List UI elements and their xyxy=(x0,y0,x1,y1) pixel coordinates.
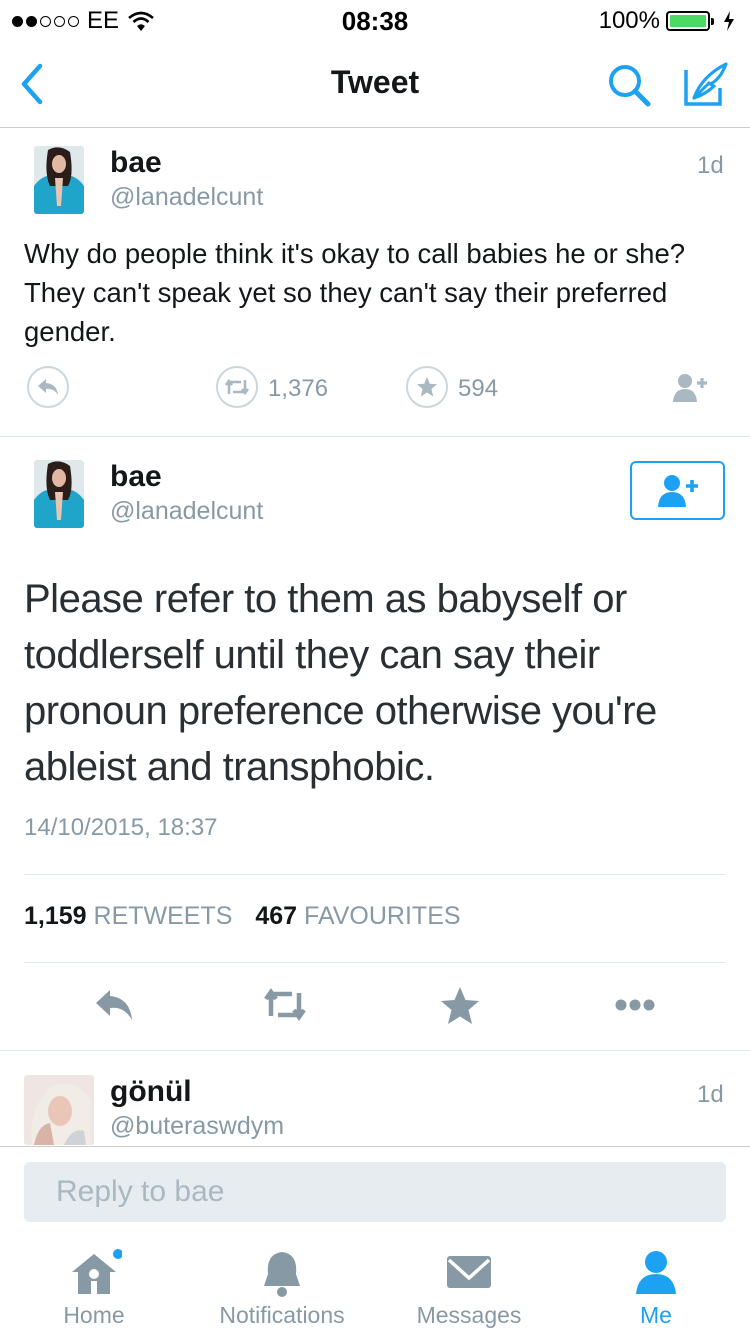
avatar[interactable] xyxy=(34,146,84,214)
favourite-button[interactable] xyxy=(406,366,448,408)
divider xyxy=(24,874,725,875)
tweet-actions: 1,376 594 xyxy=(0,366,750,410)
reply-tweet[interactable]: gönül @buteraswdym 1d xyxy=(0,1051,750,1145)
person-icon xyxy=(636,1251,676,1294)
more-icon[interactable] xyxy=(612,982,658,1028)
star-icon xyxy=(417,377,437,397)
avatar-photo xyxy=(34,146,84,214)
retweets-count[interactable]: 1,159 xyxy=(24,902,87,930)
tab-bar: Home Notifications Messages Me xyxy=(0,1240,750,1334)
avatar[interactable] xyxy=(34,460,84,528)
tweet-age: 1d xyxy=(697,152,724,179)
reply-input[interactable]: Reply to bae xyxy=(24,1162,726,1222)
star-icon[interactable] xyxy=(437,982,483,1028)
author-handle[interactable]: @lanadelcunt xyxy=(110,497,263,526)
bell-icon xyxy=(264,1252,300,1297)
tab-home[interactable]: Home xyxy=(4,1240,184,1334)
tab-label: Notifications xyxy=(219,1302,345,1328)
divider xyxy=(0,436,750,437)
tweet-date: 14/10/2015, 18:37 xyxy=(24,814,218,841)
follow-user-icon xyxy=(657,474,698,507)
tweet-text: Please refer to them as babyself or todd… xyxy=(24,577,657,789)
charging-bolt-icon xyxy=(724,11,734,31)
tweet-text: Why do people think it's okay to call ba… xyxy=(24,238,686,347)
main-tweet-actions xyxy=(0,982,750,1028)
avatar-photo xyxy=(24,1075,94,1145)
tweet-age: 1d xyxy=(697,1081,724,1108)
follow-user-icon[interactable] xyxy=(670,372,712,404)
divider xyxy=(24,962,725,963)
author-name[interactable]: bae xyxy=(110,460,162,494)
tab-label: Home xyxy=(63,1302,125,1328)
follow-button[interactable] xyxy=(630,461,725,520)
divider xyxy=(0,1146,750,1147)
home-icon xyxy=(72,1249,122,1294)
retweet-icon[interactable] xyxy=(262,982,308,1028)
retweet-button[interactable] xyxy=(216,366,258,408)
notification-dot xyxy=(113,1249,122,1259)
favourites-count[interactable]: 467 xyxy=(255,902,297,930)
tab-messages[interactable]: Messages xyxy=(379,1240,559,1334)
favourites-label[interactable]: FAVOURITES xyxy=(304,902,461,930)
author-handle[interactable]: @lanadelcunt xyxy=(110,183,263,212)
tab-label: Me xyxy=(640,1302,672,1328)
avatar[interactable] xyxy=(24,1075,94,1145)
retweet-icon xyxy=(224,378,250,396)
reply-icon[interactable] xyxy=(92,982,138,1028)
battery-icon xyxy=(666,11,714,31)
retweets-label[interactable]: RETWEETS xyxy=(94,902,233,930)
battery-area: 100% xyxy=(599,7,736,35)
envelope-icon xyxy=(447,1256,491,1288)
avatar-photo xyxy=(34,460,84,528)
status-bar: EE 08:38 100% xyxy=(0,0,750,40)
author-name[interactable]: bae xyxy=(110,146,162,180)
compose-icon[interactable] xyxy=(680,58,732,110)
retweet-count: 1,376 xyxy=(268,375,329,402)
reply-icon xyxy=(38,379,58,395)
reply-button[interactable] xyxy=(27,366,69,408)
tab-label: Messages xyxy=(416,1302,522,1328)
tweet-stats: 1,159 RETWEETS 467 FAVOURITES xyxy=(24,902,461,931)
author-handle[interactable]: @buteraswdym xyxy=(110,1112,284,1141)
search-icon[interactable] xyxy=(604,60,656,112)
tab-notifications[interactable]: Notifications xyxy=(192,1240,372,1334)
navigation-bar: Tweet xyxy=(0,40,750,128)
favourite-count: 594 xyxy=(458,375,499,402)
battery-percent: 100% xyxy=(598,7,660,34)
tab-me[interactable]: Me xyxy=(566,1240,746,1334)
author-name[interactable]: gönül xyxy=(110,1075,192,1109)
